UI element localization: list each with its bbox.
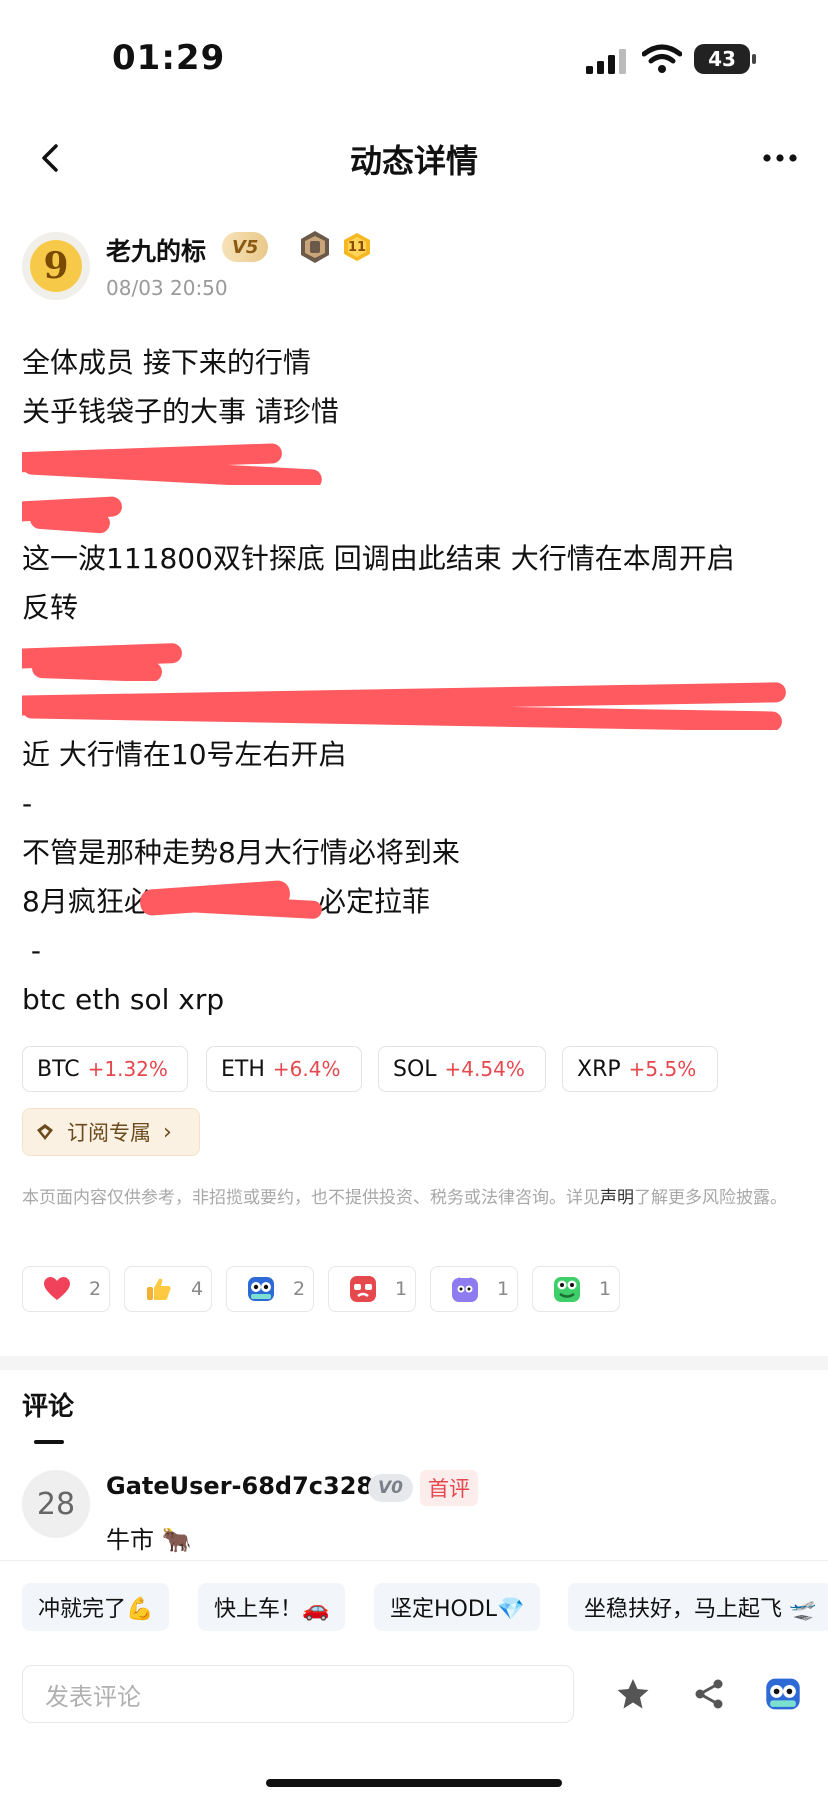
reaction-count: 1 [497, 1278, 510, 1300]
diamond-icon [37, 1124, 53, 1140]
post-line: 不管是那种走势8月大行情必将到来 [22, 836, 460, 869]
commenter-name[interactable]: GateUser-68d7c328 [106, 1472, 373, 1500]
post-line: 全体成员 接下来的行情 [22, 346, 311, 379]
red-scribble [31, 657, 163, 681]
quick-reply-chip[interactable]: 坐稳扶好，马上起飞 🛫 [568, 1583, 828, 1631]
subscribe-label: 订阅专属 [67, 1121, 151, 1145]
redacted-line [22, 485, 806, 534]
commenter-vip-badge: V0 [368, 1474, 413, 1502]
post-line: 关乎钱袋子的大事 请珍惜 [22, 395, 339, 428]
coin-symbol: ETH [221, 1056, 265, 1082]
author-avatar[interactable]: 9 [22, 232, 90, 300]
quick-reply-chip[interactable]: 坚定HODL💎 [374, 1583, 541, 1631]
nav-bar: 动态详情 [0, 118, 828, 198]
post-content: 全体成员 接下来的行情 关乎钱袋子的大事 请珍惜 这一波111800双针探底 回… [22, 338, 806, 1024]
post-author: 9 老九的标 V5 11 08/03 20:50 [22, 230, 806, 310]
cellular-signal-icon [586, 49, 626, 74]
favorite-button[interactable] [612, 1673, 654, 1715]
post-line: 这一波111800双针探底 回调由此结束 大行情在本周开启 [22, 542, 735, 575]
comment-text: 牛市 🐂 [106, 1526, 192, 1554]
status-time: 01:29 [112, 38, 226, 78]
author-avatar-image: 9 [30, 240, 82, 292]
coin-chip-sol[interactable]: SOL +4.54% [378, 1046, 546, 1092]
subscribe-exclusive-button[interactable]: 订阅专属 › [22, 1108, 200, 1156]
post-timestamp: 08/03 20:50 [106, 276, 228, 300]
post-line: - [22, 787, 33, 820]
reaction-angry-face[interactable]: 1 [328, 1266, 416, 1312]
share-icon [695, 1679, 723, 1709]
reaction-count: 1 [599, 1278, 612, 1300]
reaction-count: 4 [191, 1278, 204, 1300]
status-bar: 01:29 43 [0, 0, 828, 110]
coin-chip-xrp[interactable]: XRP +5.5% [562, 1046, 718, 1092]
red-scribble [29, 508, 111, 534]
redacted-line [22, 632, 806, 681]
author-name[interactable]: 老九的标 [106, 232, 206, 268]
reaction-count: 2 [89, 1278, 102, 1300]
coin-chips: BTC +1.32% ETH +6.4% SOL +4.54% XRP +5.5… [22, 1046, 806, 1092]
home-indicator [266, 1779, 562, 1787]
quick-reply-chip[interactable]: 快上车！🚗 [198, 1583, 346, 1631]
hodl-owl-icon [766, 1678, 800, 1710]
green-frog-icon [553, 1275, 581, 1303]
rank-shield-icon [301, 231, 329, 263]
vip-badge: V5 [222, 232, 269, 262]
reaction-count: 2 [293, 1278, 306, 1300]
reaction-heart[interactable]: 2 [22, 1266, 110, 1312]
share-button[interactable] [688, 1673, 730, 1715]
red-scribble [161, 892, 323, 920]
post-line: 近 大行情在10号左右开启 [22, 738, 347, 771]
post-line-end: 必定拉菲 [318, 885, 431, 918]
coin-symbol: BTC [37, 1056, 80, 1082]
chevron-right-icon: › [163, 1119, 172, 1145]
coin-change: +4.54% [444, 1057, 525, 1081]
coin-change: +5.5% [628, 1057, 697, 1081]
risk-disclaimer: 本页面内容仅供参考，非招揽或要约，也不提供投资、税务或法律咨询。详见声明了解更多… [22, 1186, 802, 1211]
wifi-icon [642, 44, 682, 73]
star-icon [617, 1679, 649, 1709]
more-dots-icon [763, 154, 797, 162]
comments-tab-indicator [34, 1440, 64, 1444]
hodl-owl-icon [247, 1275, 275, 1303]
redacted-line [22, 681, 806, 730]
post-line-start: 8月疯狂必 [22, 885, 152, 918]
quick-reply-chip[interactable]: 冲就完了💪 [22, 1583, 170, 1631]
battery-indicator: 43 [694, 44, 756, 74]
comments-tab[interactable]: 评论 [22, 1386, 74, 1423]
comment-composer-panel: 冲就完了💪 快上车！🚗 坚定HODL💎 坐稳扶好，马上起飞 🛫 发表评论 [0, 1560, 828, 1800]
hodl-reaction-button[interactable] [762, 1673, 804, 1715]
level-badge: 11 [342, 232, 372, 262]
purple-cat-icon [451, 1275, 479, 1303]
coin-change: +6.4% [272, 1057, 341, 1081]
reaction-thumbs-up[interactable]: 4 [124, 1266, 212, 1312]
heart-icon [43, 1275, 71, 1303]
post-line: 反转 [22, 591, 79, 624]
level-number: 11 [347, 239, 367, 255]
reactions-bar: 2 4 2 1 1 1 [22, 1266, 806, 1312]
coin-chip-btc[interactable]: BTC +1.32% [22, 1046, 188, 1092]
disclaimer-link[interactable]: 声明 [600, 1188, 634, 1208]
thumbs-up-icon [145, 1275, 173, 1303]
reaction-count: 1 [395, 1278, 408, 1300]
reaction-green-frog[interactable]: 1 [532, 1266, 620, 1312]
redacted-line [22, 436, 806, 485]
post-line: btc eth sol xrp [22, 983, 225, 1016]
section-divider [0, 1356, 828, 1370]
coin-chip-eth[interactable]: ETH +6.4% [206, 1046, 362, 1092]
coin-symbol: XRP [577, 1056, 621, 1082]
post-line-partially-redacted: 8月疯狂必 必定拉菲 [22, 877, 806, 926]
disclaimer-text-end: 了解更多风险披露。 [634, 1188, 787, 1208]
disclaimer-text: 本页面内容仅供参考，非招揽或要约，也不提供投资、税务或法律咨询。详见 [22, 1188, 600, 1208]
reaction-purple-cat[interactable]: 1 [430, 1266, 518, 1312]
coin-change: +1.32% [87, 1057, 168, 1081]
more-button[interactable] [754, 134, 806, 182]
coin-symbol: SOL [393, 1056, 437, 1082]
reaction-hodl-owl[interactable]: 2 [226, 1266, 314, 1312]
commenter-avatar[interactable]: 28 [22, 1470, 90, 1538]
angry-face-icon [349, 1275, 377, 1303]
post-line: - [22, 934, 42, 967]
first-comment-tag: 首评 [420, 1470, 478, 1506]
comment-input[interactable]: 发表评论 [22, 1665, 574, 1723]
page-title: 动态详情 [349, 142, 478, 180]
